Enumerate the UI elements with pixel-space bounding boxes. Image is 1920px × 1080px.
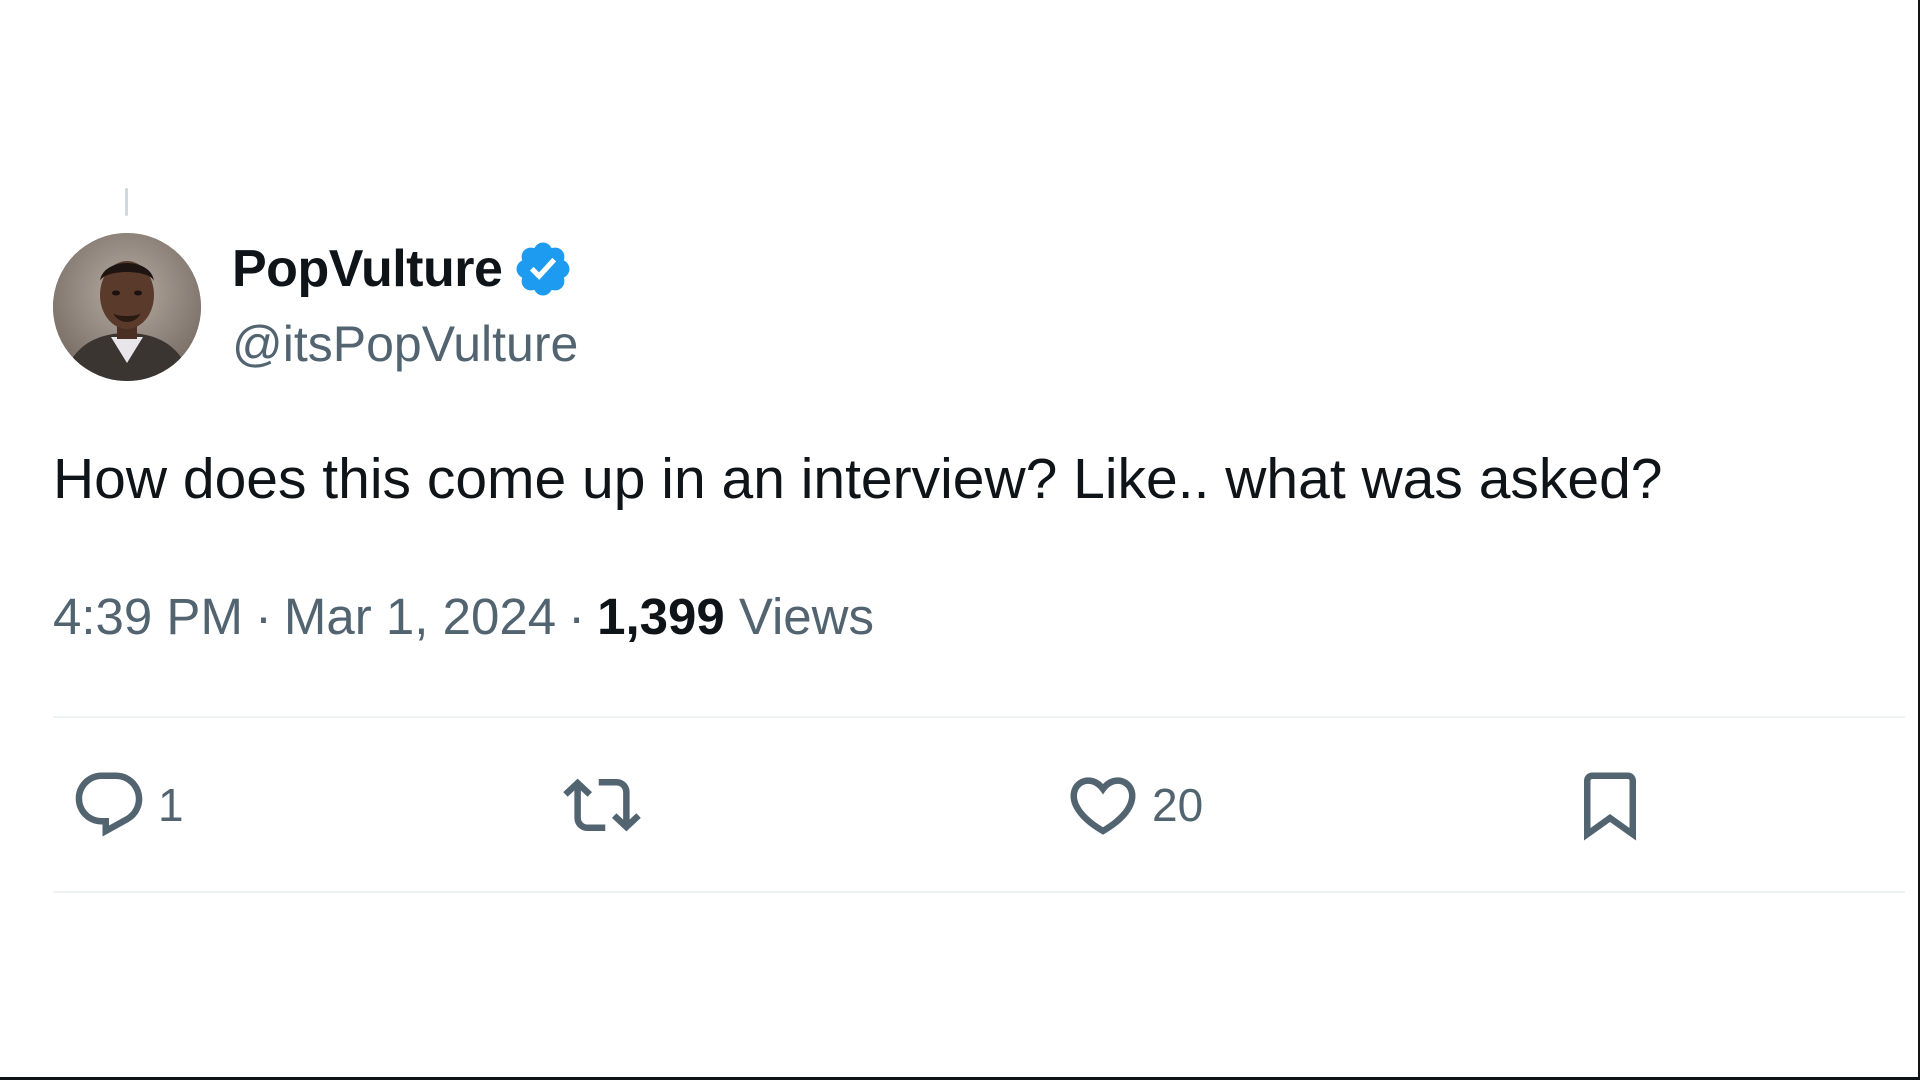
repost-button[interactable] — [563, 760, 641, 850]
views-label: Views — [738, 588, 874, 645]
meta-separator: · — [254, 588, 272, 645]
bookmark-icon — [1584, 772, 1636, 841]
tweet-date[interactable]: Mar 1, 2024 — [284, 588, 556, 645]
bookmark-button[interactable] — [1571, 760, 1649, 850]
divider-bottom — [53, 891, 1905, 893]
meta-separator: · — [568, 588, 586, 645]
tweet-text: How does this come up in an interview? L… — [53, 447, 1663, 511]
display-name[interactable]: PopVulture — [232, 238, 503, 300]
tweet-metadata: 4:39 PM · Mar 1, 2024 · 1,399 Views — [53, 586, 874, 648]
avatar[interactable] — [53, 233, 201, 381]
thread-connector-line — [125, 188, 128, 216]
reply-icon — [75, 772, 143, 837]
author-name-row[interactable]: PopVulture — [232, 238, 574, 300]
divider-top — [53, 716, 1905, 718]
like-icon — [1070, 777, 1136, 835]
views-count: 1,399 — [597, 588, 725, 645]
tweet-time[interactable]: 4:39 PM — [53, 588, 243, 645]
tweet-actions-bar: 1 20 — [53, 760, 1653, 850]
tweet-page: PopVulture @itsPopVulture How does this … — [0, 0, 1920, 1080]
reply-button[interactable]: 1 — [70, 760, 184, 850]
like-button[interactable]: 20 — [1064, 760, 1203, 850]
avatar-image — [53, 233, 201, 381]
repost-icon — [563, 778, 641, 832]
reply-count: 1 — [158, 779, 184, 831]
like-count: 20 — [1152, 779, 1204, 831]
verified-badge-icon[interactable] — [512, 238, 574, 300]
author-handle[interactable]: @itsPopVulture — [232, 314, 578, 374]
